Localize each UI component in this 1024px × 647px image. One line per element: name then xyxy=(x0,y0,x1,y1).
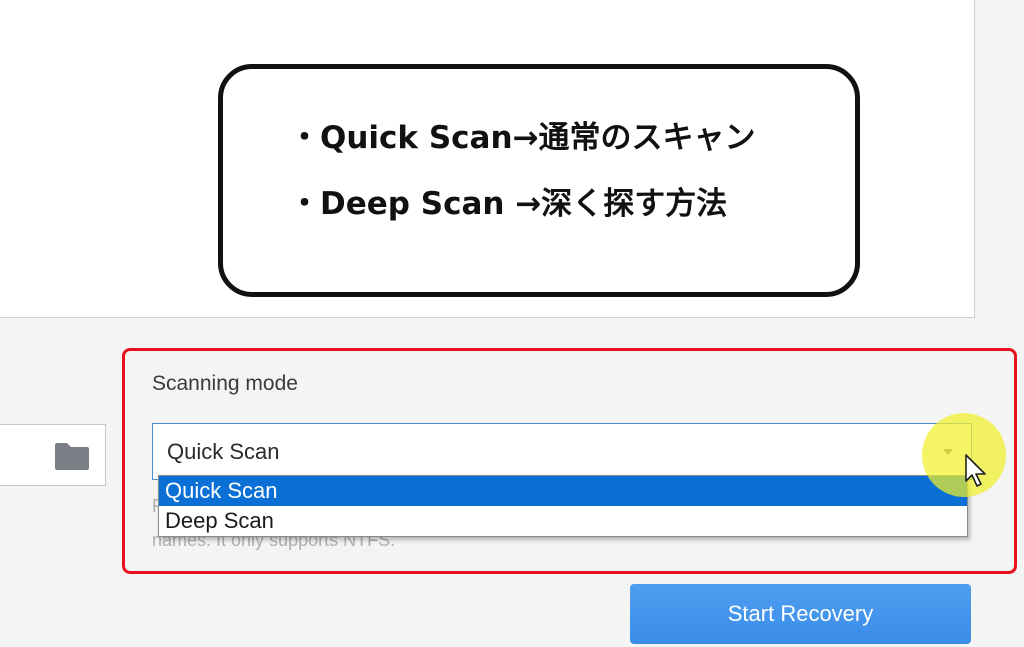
annotation-callout: ・Quick Scan→通常のスキャン ・Deep Scan →深く探す方法 xyxy=(218,64,860,297)
save-path-field[interactable] xyxy=(0,424,106,486)
folder-icon[interactable] xyxy=(54,441,90,471)
mouse-cursor-icon xyxy=(965,454,986,487)
highlight-box xyxy=(122,348,1017,574)
callout-line-deep-scan: ・Deep Scan →深く探す方法 xyxy=(289,186,728,222)
callout-line-quick-scan: ・Quick Scan→通常のスキャン xyxy=(289,120,756,156)
start-recovery-button[interactable]: Start Recovery xyxy=(630,584,971,644)
